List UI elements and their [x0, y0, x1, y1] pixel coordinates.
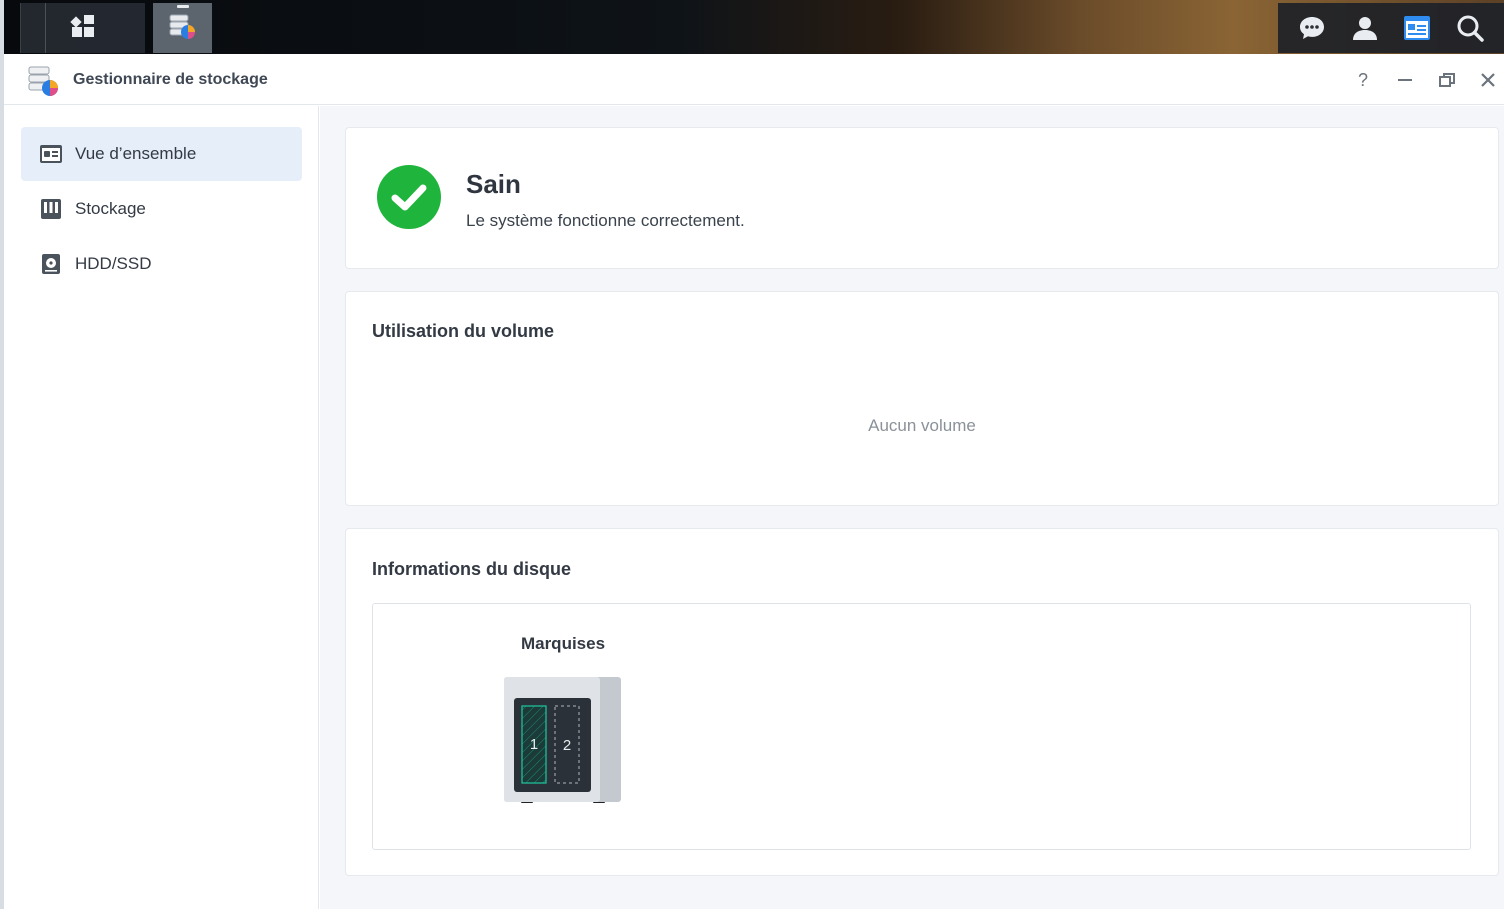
system-status-card: Sain Le système fonctionne correctement.	[345, 127, 1499, 269]
main-menu-icon	[69, 12, 97, 45]
window-titlebar[interactable]: Gestionnaire de stockage ?	[4, 54, 1504, 105]
restore-icon	[1439, 73, 1455, 87]
restore-button[interactable]	[1434, 67, 1460, 93]
desktop-taskbar	[0, 0, 1504, 909]
storage-manager-icon	[167, 10, 199, 47]
nas-device-image[interactable]: 1 2	[504, 677, 622, 809]
disk-info-card: Informations du disque Marquises 1 2	[345, 528, 1499, 876]
window-title: Gestionnaire de stockage	[73, 71, 268, 88]
storage-icon	[39, 197, 63, 221]
sidebar-item-label: Stockage	[75, 199, 146, 218]
storage-manager-window: Gestionnaire de stockage ? Vue d’ensembl…	[4, 54, 1504, 909]
sidebar-item-hdd-ssd[interactable]: HDD/SSD	[21, 237, 302, 291]
overview-icon	[39, 142, 63, 166]
sidebar-item-overview[interactable]: Vue d’ensemble	[21, 127, 302, 181]
bay-1-label: 1	[530, 736, 538, 753]
disk-bay-1[interactable]: 1	[521, 705, 547, 784]
sidebar-item-label: HDD/SSD	[75, 254, 152, 273]
minimize-button[interactable]	[1392, 67, 1418, 93]
volume-usage-title: Utilisation du volume	[372, 321, 555, 341]
storage-manager-icon	[26, 65, 60, 97]
widgets-icon[interactable]	[1401, 12, 1433, 44]
taskbar-storage-manager-button[interactable]	[153, 3, 212, 53]
sidebar-item-storage[interactable]: Stockage	[21, 182, 302, 236]
disk-info-title: Informations du disque	[372, 559, 572, 579]
status-title: Sain	[466, 169, 521, 199]
main-menu-button[interactable]	[20, 3, 145, 53]
close-button[interactable]	[1475, 67, 1501, 93]
close-icon	[1481, 73, 1495, 87]
device-name: Marquises	[520, 634, 606, 653]
disk-device-panel: Marquises 1 2	[372, 603, 1471, 850]
taskbar-separator	[45, 3, 46, 53]
taskbar-tray	[1278, 3, 1504, 53]
hdd-icon	[39, 252, 63, 276]
help-button[interactable]: ?	[1350, 67, 1376, 93]
check-circle-icon	[377, 165, 441, 229]
disk-bay-2[interactable]: 2	[554, 705, 580, 784]
sidebar-item-label: Vue d’ensemble	[75, 144, 197, 163]
running-indicator	[177, 5, 189, 8]
help-icon: ?	[1357, 69, 1368, 90]
user-icon[interactable]	[1349, 12, 1381, 44]
sidebar: Vue d’ensemble Stockage HDD/SSD	[4, 106, 319, 909]
volume-usage-card: Utilisation du volume Aucun volume	[345, 291, 1499, 506]
empty-volume-message: Aucun volume	[868, 416, 976, 435]
minimize-icon	[1398, 79, 1412, 81]
chat-icon[interactable]	[1296, 12, 1328, 44]
status-description: Le système fonctionne correctement.	[466, 211, 745, 230]
main-content: Sain Le système fonctionne correctement.…	[320, 106, 1504, 909]
bay-2-label: 2	[563, 737, 571, 754]
search-icon[interactable]	[1454, 12, 1486, 44]
